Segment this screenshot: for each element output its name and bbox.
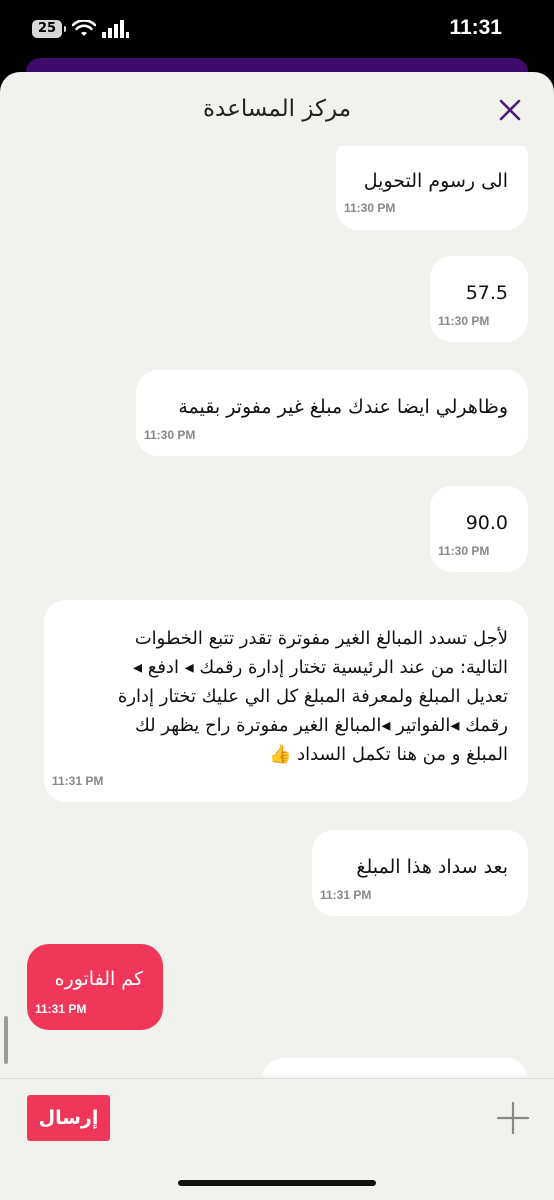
- home-indicator: [178, 1180, 376, 1186]
- status-bar: 25 11:31: [0, 0, 554, 62]
- message-bubble: بعد سداد هذا المبلغ 11:31 PM: [312, 830, 528, 916]
- message-bubble-partial: [262, 1058, 528, 1076]
- message-text: كم الفاتوره: [54, 968, 143, 990]
- message-time: 11:31 PM: [320, 888, 372, 902]
- user-message-bubble: كم الفاتوره 11:31 PM: [27, 944, 163, 1030]
- message-text: لأجل تسدد المبالغ الغير مفوترة تقدر تتبع…: [117, 628, 508, 765]
- message-text: 90.0: [465, 512, 508, 534]
- message-bubble: وظاهرلي ايضا عندك مبلغ غير مفوتر بقيمة 1…: [136, 370, 528, 456]
- message-bubble: الى رسوم التحويل 11:30 PM: [336, 146, 528, 230]
- message-time: 11:30 PM: [144, 428, 196, 442]
- message-time: 11:30 PM: [438, 544, 490, 558]
- battery-indicator: 25: [32, 20, 66, 38]
- message-bubble: 57.5 11:30 PM: [430, 256, 528, 342]
- message-text: بعد سداد هذا المبلغ: [356, 856, 508, 878]
- status-time: 11:31: [449, 16, 502, 39]
- message-time: 11:30 PM: [344, 201, 396, 215]
- page-title: مركز المساعدة: [202, 96, 352, 122]
- message-bubble: 90.0 11:30 PM: [430, 486, 528, 572]
- wifi-icon: [72, 20, 96, 36]
- message-time: 11:31 PM: [35, 1002, 87, 1016]
- plus-icon[interactable]: [496, 1101, 530, 1135]
- chat-thread[interactable]: الى رسوم التحويل 11:30 PM 57.5 11:30 PM …: [0, 146, 554, 1076]
- send-button[interactable]: إرسال: [27, 1095, 110, 1141]
- sheet-header: مركز المساعدة: [0, 72, 554, 146]
- help-center-sheet: مركز المساعدة الى رسوم التحويل 11:30 PM …: [0, 72, 554, 1200]
- message-bubble: لأجل تسدد المبالغ الغير مفوترة تقدر تتبع…: [44, 600, 528, 802]
- message-time: 11:31 PM: [52, 774, 104, 788]
- message-text: الى رسوم التحويل: [363, 170, 508, 192]
- message-text: 57.5: [465, 282, 508, 304]
- scroll-indicator[interactable]: [4, 1016, 8, 1064]
- message-time: 11:30 PM: [438, 314, 490, 328]
- message-text: وظاهرلي ايضا عندك مبلغ غير مفوتر بقيمة: [178, 396, 508, 418]
- close-icon[interactable]: [496, 96, 524, 124]
- signal-icon: [102, 20, 129, 38]
